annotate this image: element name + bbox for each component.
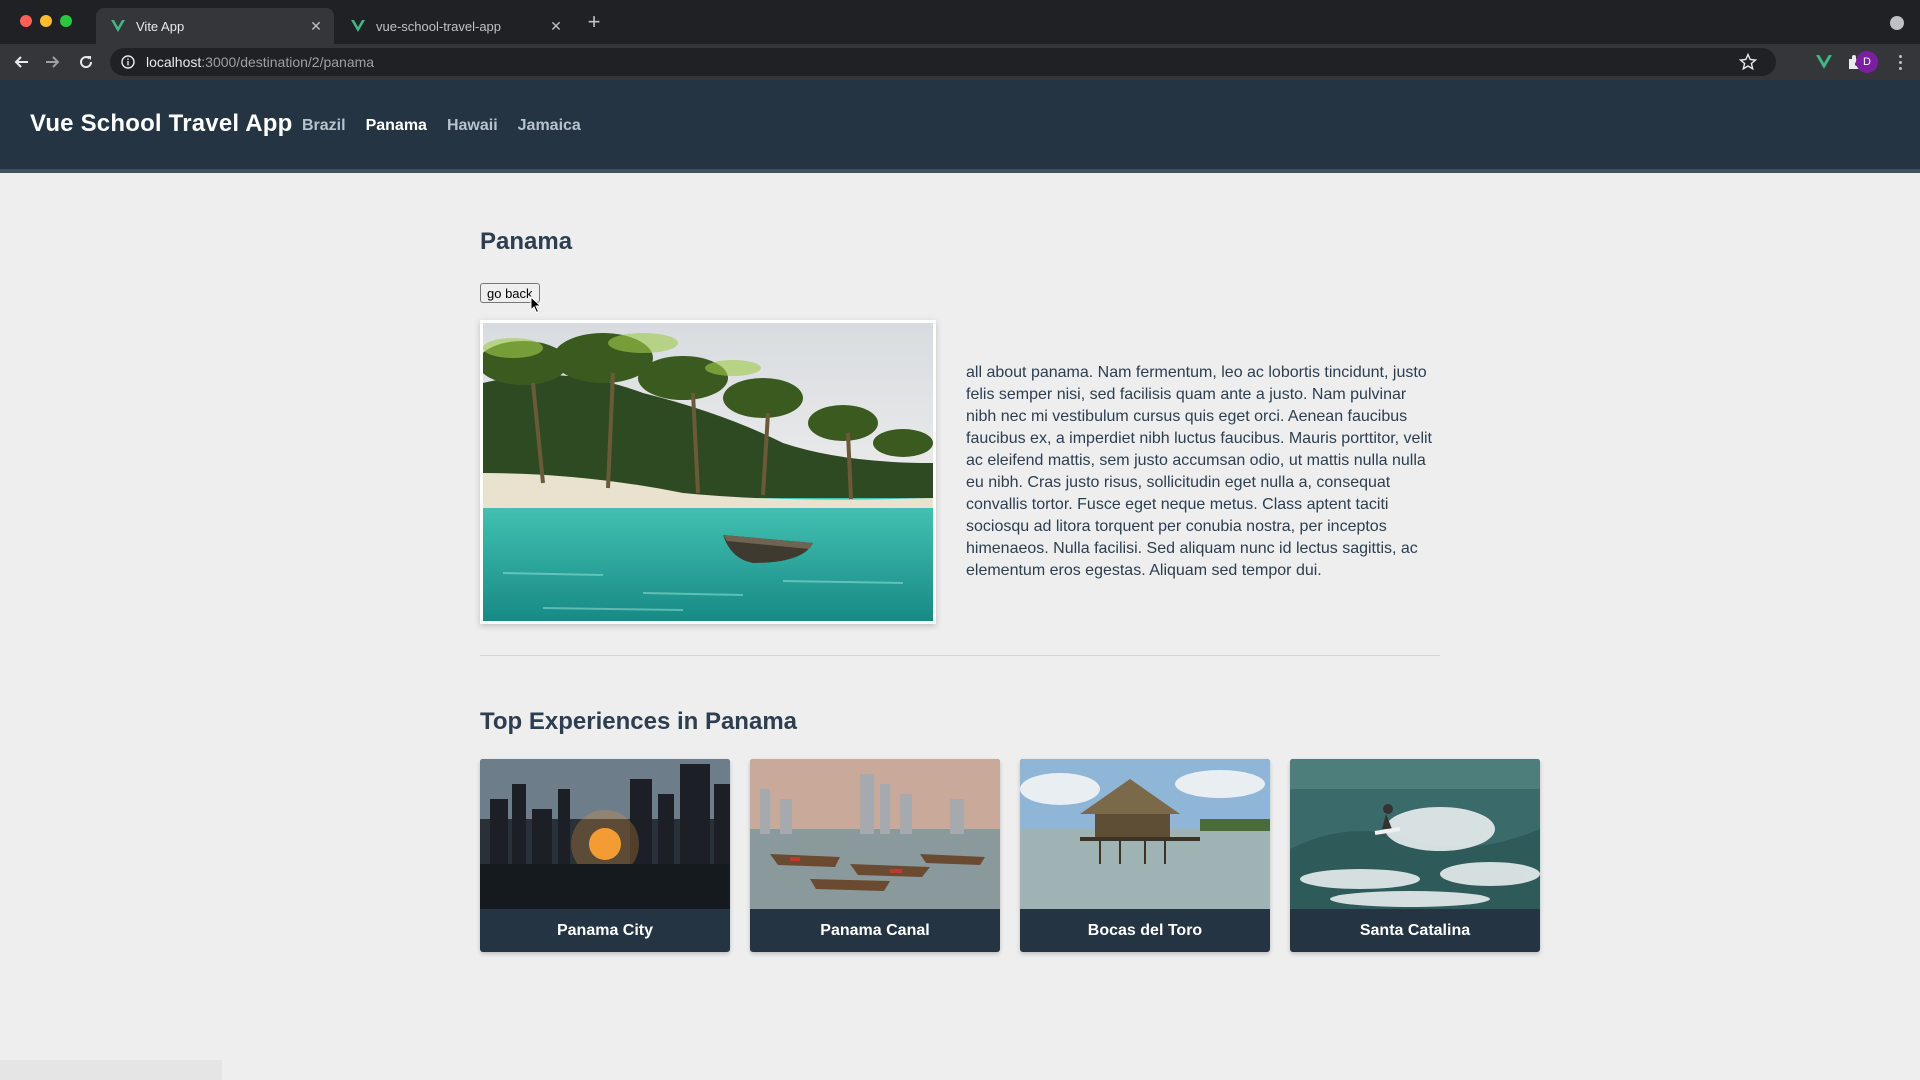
vue-icon	[110, 18, 126, 34]
destination-hero-image	[480, 320, 936, 624]
experience-card-panama-canal[interactable]: Panama Canal	[750, 759, 1000, 952]
destination-description: all about panama. Nam fermentum, leo ac …	[966, 364, 1432, 579]
experience-name: Panama City	[556, 921, 654, 939]
nav-link-panama[interactable]: Panama	[366, 117, 427, 135]
back-arrow-icon[interactable]	[12, 52, 32, 72]
address-bar[interactable]: localhost:3000/destination/2/panama	[110, 48, 1776, 76]
window-minimize-button[interactable]	[40, 15, 52, 27]
horizontal-scrollbar[interactable]	[0, 1060, 222, 1080]
mouse-cursor-icon	[530, 296, 542, 314]
window-close-button[interactable]	[20, 15, 32, 27]
vue-devtools-icon[interactable]	[1814, 52, 1834, 72]
experiences-list: Panama City Panama Canal Bocas del Toro …	[480, 759, 1540, 952]
profile-avatar[interactable]: D	[1856, 51, 1878, 73]
tab-title: vue-school-travel-app	[376, 18, 502, 34]
experience-name: Santa Catalina	[1359, 921, 1471, 939]
city-skyline-image	[480, 759, 730, 909]
tab-search-icon[interactable]	[1890, 16, 1904, 30]
browser-tab-vite-app[interactable]: Vite App ✕	[96, 8, 334, 44]
boats-harbor-image	[750, 759, 1000, 909]
surfer-wave-image	[1290, 759, 1540, 909]
browser-tab-bar: Vite App ✕ vue-school-travel-app ✕ +	[0, 0, 1920, 44]
nav-link-hawaii[interactable]: Hawaii	[447, 117, 498, 135]
nav-link-jamaica[interactable]: Jamaica	[518, 117, 581, 135]
stilt-hut-image	[1020, 759, 1270, 909]
nav-link-brazil[interactable]: Brazil	[302, 117, 346, 135]
app-header: Vue School Travel App Brazil Panama Hawa…	[0, 80, 1920, 173]
destination-content: Panama go back all about panama. Nam fer…	[480, 228, 1540, 952]
experience-name: Panama Canal	[820, 921, 930, 939]
beach-palm-image	[483, 323, 933, 621]
window-maximize-button[interactable]	[60, 15, 72, 27]
app-logo-title[interactable]: Vue School Travel App	[30, 110, 292, 138]
experience-card-bocas-del-toro[interactable]: Bocas del Toro	[1020, 759, 1270, 952]
more-menu-icon[interactable]	[1892, 52, 1908, 72]
url-path: :3000/destination/2/panama	[201, 54, 375, 70]
experiences-heading: Top Experiences in Panama	[480, 708, 798, 735]
url-host: localhost	[146, 54, 202, 70]
browser-tab-travel-app[interactable]: vue-school-travel-app ✕	[336, 8, 574, 44]
experience-card-santa-catalina[interactable]: Santa Catalina	[1290, 759, 1540, 952]
tab-close-icon[interactable]: ✕	[548, 18, 564, 34]
page-title: Panama	[480, 228, 573, 255]
experience-card-panama-city[interactable]: Panama City	[480, 759, 730, 952]
reload-icon[interactable]	[76, 52, 96, 72]
section-divider	[480, 655, 1440, 656]
new-tab-button[interactable]: +	[584, 11, 604, 33]
browser-toolbar: localhost:3000/destination/2/panama D	[0, 44, 1920, 80]
info-icon[interactable]	[120, 54, 136, 70]
bookmark-star-icon[interactable]	[1738, 52, 1758, 72]
experience-name: Bocas del Toro	[1087, 921, 1203, 939]
main-nav: Brazil Panama Hawaii Jamaica	[302, 117, 581, 135]
vue-icon	[350, 18, 366, 34]
tab-close-icon[interactable]: ✕	[308, 18, 324, 34]
forward-arrow-icon[interactable]	[42, 52, 62, 72]
tab-title: Vite App	[136, 18, 185, 34]
